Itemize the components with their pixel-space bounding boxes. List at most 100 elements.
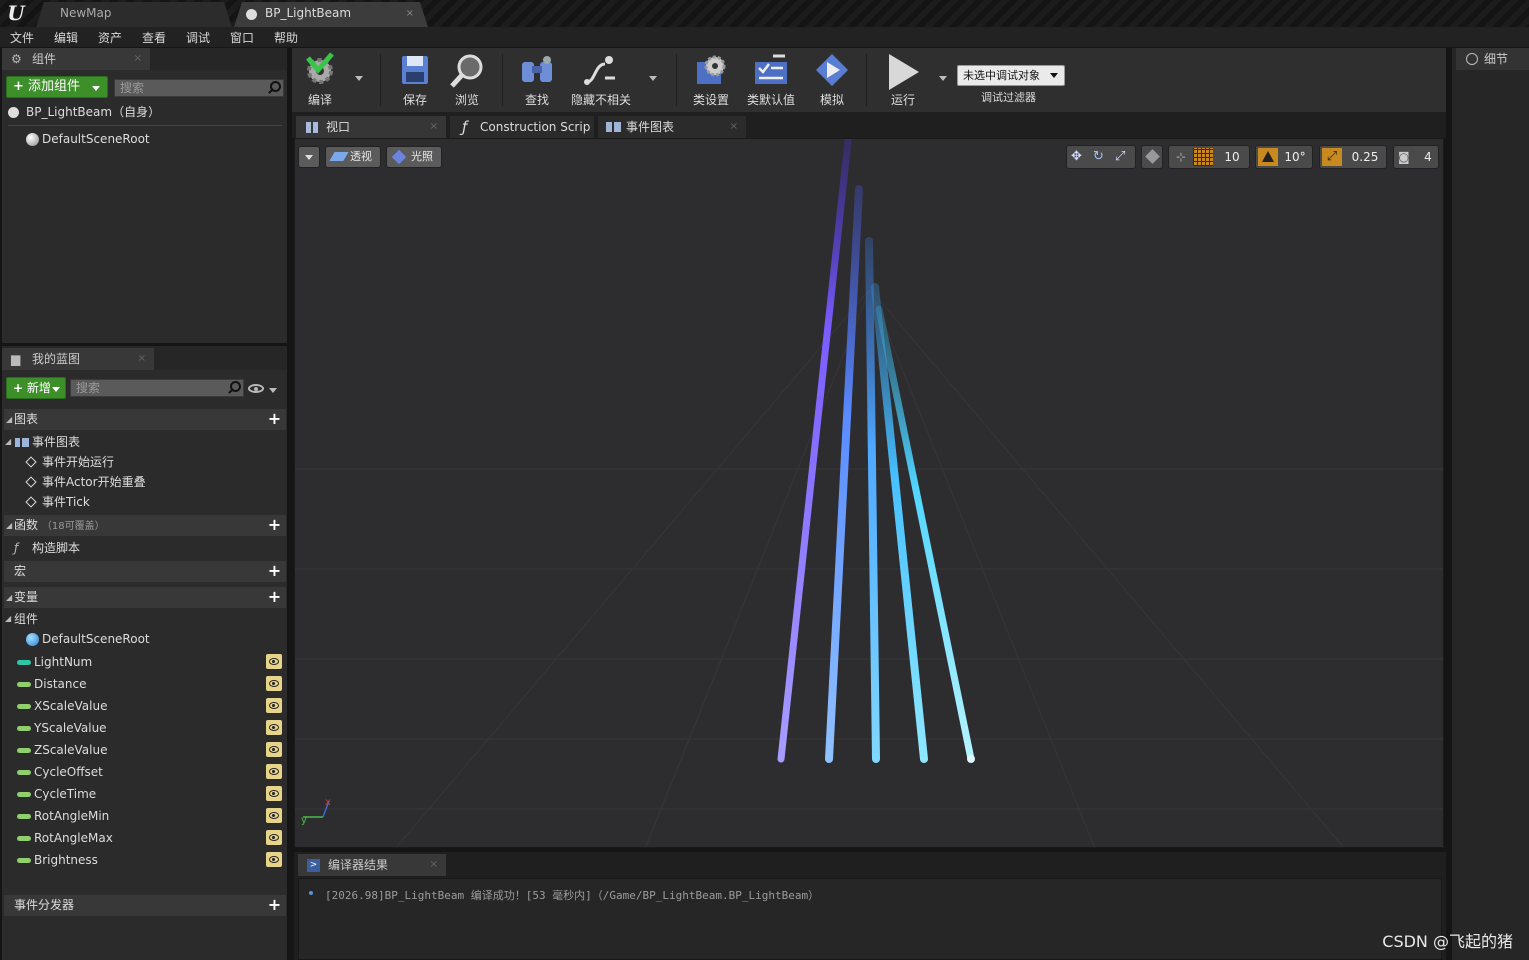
close-icon[interactable]: × [430,116,438,138]
scale-icon[interactable]: ⤢ [1115,149,1131,165]
tab-viewport[interactable]: 视口 × [296,116,446,138]
close-icon[interactable]: × [406,2,414,25]
collapse-triangle-icon[interactable]: ◢ [6,515,12,536]
tab-details[interactable]: 细节 [1456,48,1529,70]
debug-object-select[interactable]: 未选中调试对象 [957,65,1065,86]
visibility-eye-icon[interactable] [266,720,282,735]
class-defaults-button[interactable]: 类默认值 [744,48,798,110]
save-button[interactable]: 保存 [392,48,438,110]
close-icon[interactable]: × [730,116,738,138]
variable-row[interactable]: LightNum [4,651,286,673]
new-button[interactable]: + 新增 [6,377,66,399]
add-graph-plus-icon[interactable]: + [267,411,282,427]
variable-row[interactable]: ZScaleValue [4,739,286,761]
variable-row[interactable]: Distance [4,673,286,695]
document-tab-newmap[interactable]: NewMap [36,2,232,27]
menu-file[interactable]: 文件 [10,29,34,46]
category-components[interactable]: ◢ 组件 [2,609,285,629]
visibility-eye-icon[interactable] [266,742,282,757]
class-settings-button[interactable]: 类设置 [686,48,736,110]
rotate-icon[interactable]: ↻ [1093,149,1109,165]
tab-components[interactable]: ⚙ 组件 × [2,48,150,70]
variable-row[interactable]: CycleTime [4,783,286,805]
menu-view[interactable]: 查看 [142,29,166,46]
view-options-eye-icon[interactable] [248,382,278,396]
close-icon[interactable]: × [134,48,142,70]
play-options-chevron-down-icon[interactable] [939,76,947,81]
browse-button[interactable]: 浏览 [444,48,490,110]
visibility-eye-icon[interactable] [266,830,282,845]
tree-item-event-graph[interactable]: ◢ 事件图表 [2,432,285,452]
visibility-eye-icon[interactable] [266,654,282,669]
compile-options-chevron-down-icon[interactable] [355,76,363,81]
tab-event-graph[interactable]: 事件图表 × [598,116,746,138]
menu-debug[interactable]: 调试 [186,29,210,46]
menu-window[interactable]: 窗口 [230,29,254,46]
tab-compiler-results[interactable]: > 编译器结果 × [298,854,446,876]
search-icon[interactable] [267,81,281,95]
tree-item-event-tick[interactable]: 事件Tick [2,492,285,512]
menu-help[interactable]: 帮助 [274,29,298,46]
hide-unrelated-chevron-down-icon[interactable] [649,76,657,81]
grid-snap-icon[interactable] [1193,148,1213,166]
play-button[interactable]: 运行 [878,48,928,110]
section-variables[interactable]: ◢ 变量 + [4,587,286,608]
tree-item-construction-script[interactable]: ƒ 构造脚本 [2,538,285,558]
add-dispatcher-plus-icon[interactable]: + [267,897,282,913]
collapse-triangle-icon[interactable]: ◢ [5,609,11,629]
compile-button[interactable]: 编译 [296,48,344,110]
tree-item-default-scene-root[interactable]: DefaultSceneRoot [2,129,285,149]
world-local-toggle[interactable] [1141,145,1163,169]
variable-row[interactable]: XScaleValue [4,695,286,717]
my-blueprint-search-input[interactable]: 搜索 [70,379,244,397]
menu-edit[interactable]: 编辑 [54,29,78,46]
search-icon[interactable] [227,381,241,395]
hide-unrelated-button[interactable]: 隐藏不相关 [568,48,634,110]
grid-snap-value[interactable]: 10 [1217,146,1247,168]
perspective-button[interactable]: 透视 [325,146,381,168]
document-tab-bp-lightbeam[interactable]: BP_LightBeam × [234,2,428,27]
viewport-options-button[interactable] [298,146,320,168]
add-variable-plus-icon[interactable]: + [267,589,282,605]
add-component-button[interactable]: + 添加组件 [6,76,108,98]
variable-row[interactable]: CycleOffset [4,761,286,783]
surface-snap-icon[interactable]: ⊹ [1171,148,1191,166]
section-graphs[interactable]: ◢ 图表 + [4,409,286,430]
tree-item-event-begin-play[interactable]: 事件开始运行 [2,452,285,472]
variable-row[interactable]: RotAngleMin [4,805,286,827]
scale-snap-icon[interactable]: ⤢ [1322,148,1342,166]
variable-row[interactable]: RotAngleMax [4,827,286,849]
simulate-button[interactable]: 模拟 [808,48,856,110]
visibility-eye-icon[interactable] [266,764,282,779]
visibility-eye-icon[interactable] [266,676,282,691]
close-icon[interactable]: × [138,348,146,370]
collapse-triangle-icon[interactable]: ◢ [6,587,12,608]
section-macros[interactable]: 宏 + [4,561,286,582]
unreal-logo-icon[interactable]: U [4,1,28,25]
visibility-eye-icon[interactable] [266,786,282,801]
visibility-eye-icon[interactable] [266,852,282,867]
visibility-eye-icon[interactable] [266,808,282,823]
components-search-input[interactable]: 搜索 [114,79,284,97]
variable-default-scene-root[interactable]: DefaultSceneRoot [2,629,285,649]
add-function-plus-icon[interactable]: + [267,517,282,533]
lit-mode-button[interactable]: 光照 [386,146,442,168]
tab-my-blueprint[interactable]: ▆ 我的蓝图 × [2,348,154,370]
close-icon[interactable]: × [430,854,438,876]
find-button[interactable]: 查找 [514,48,560,110]
compiler-message[interactable]: [2026.98]BP_LightBeam 编译成功！[53 毫秒内]（/Gam… [325,887,819,903]
tab-construction-script[interactable]: ƒ Construction Scrip [450,116,594,138]
scale-snap-value[interactable]: 0.25 [1346,146,1384,168]
menu-asset[interactable]: 资产 [98,29,122,46]
variable-row[interactable]: Brightness [4,849,286,871]
rotation-snap-icon[interactable] [1258,148,1278,166]
variable-row[interactable]: YScaleValue [4,717,286,739]
tree-item-event-actor-overlap[interactable]: 事件Actor开始重叠 [2,472,285,492]
collapse-triangle-icon[interactable]: ◢ [6,409,12,430]
rotation-snap-value[interactable]: 10° [1280,146,1310,168]
add-macro-plus-icon[interactable]: + [267,563,282,579]
collapse-triangle-icon[interactable]: ◢ [5,432,11,452]
visibility-eye-icon[interactable] [266,698,282,713]
section-event-dispatchers[interactable]: 事件分发器 + [4,895,286,916]
translate-icon[interactable]: ✥ [1071,149,1087,165]
